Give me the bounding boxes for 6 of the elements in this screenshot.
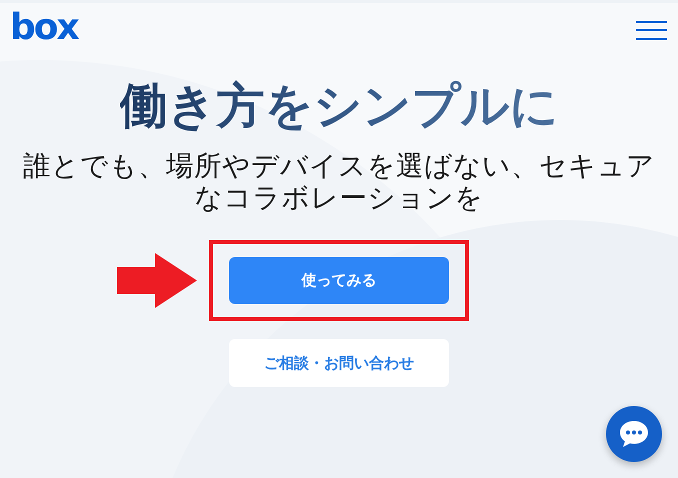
hero-subtitle: 誰とでも、場所やデバイスを選ばない、セキュアなコラボレーションを [22,150,656,214]
menu-icon[interactable] [636,20,667,40]
logo[interactable]: box [10,10,78,46]
try-button[interactable]: 使ってみる [229,257,449,304]
contact-button[interactable]: ご相談・お問い合わせ [229,339,449,387]
chat-icon [619,420,649,448]
